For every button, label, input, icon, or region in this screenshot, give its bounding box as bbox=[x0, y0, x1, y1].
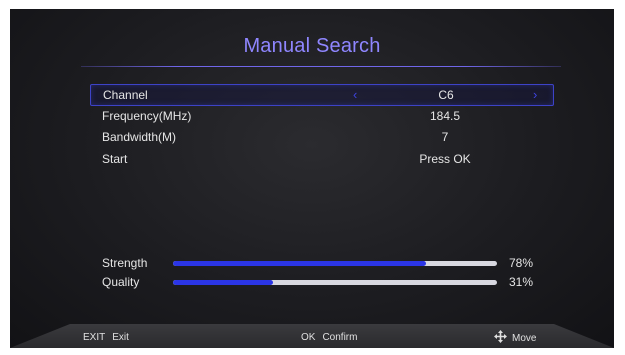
channel-label: Channel bbox=[103, 88, 148, 102]
exit-label: Exit bbox=[112, 332, 129, 343]
bandwidth-row[interactable]: Bandwidth(M) 7 bbox=[90, 127, 552, 147]
confirm-label: Confirm bbox=[322, 332, 358, 343]
bandwidth-label: Bandwidth(M) bbox=[102, 130, 177, 144]
tv-screen: Manual Search Channel ‹ C6 › Frequency(M… bbox=[10, 9, 614, 348]
start-value: Press OK bbox=[419, 152, 471, 166]
frequency-label: Frequency(MHz) bbox=[102, 109, 192, 123]
frequency-value: 184.5 bbox=[429, 109, 461, 123]
bandwidth-value: 7 bbox=[441, 130, 449, 144]
frequency-row[interactable]: Frequency(MHz) 184.5 bbox=[90, 106, 552, 126]
start-label: Start bbox=[102, 152, 128, 166]
strength-label: Strength bbox=[102, 256, 148, 270]
channel-row[interactable]: Channel ‹ C6 › bbox=[90, 84, 554, 106]
chevron-left-icon[interactable]: ‹ bbox=[353, 87, 357, 102]
exit-key: EXIT bbox=[83, 332, 106, 343]
channel-value: C6 bbox=[438, 88, 454, 102]
strength-percent: 78% bbox=[509, 256, 534, 270]
ok-hint[interactable]: OK Confirm bbox=[301, 332, 357, 343]
quality-bar-fill bbox=[173, 280, 274, 285]
quality-label: Quality bbox=[102, 275, 140, 289]
footer-hint-bar: EXIT Exit OK Confirm Move bbox=[10, 324, 614, 348]
quality-bar bbox=[173, 280, 497, 285]
title-divider bbox=[81, 66, 561, 67]
move-icon bbox=[494, 330, 507, 343]
move-hint[interactable]: Move bbox=[494, 330, 536, 344]
start-row[interactable]: Start Press OK bbox=[90, 149, 552, 169]
chevron-right-icon[interactable]: › bbox=[533, 87, 537, 102]
ok-key: OK bbox=[301, 332, 316, 343]
exit-hint[interactable]: EXIT Exit bbox=[83, 332, 129, 343]
strength-bar-fill bbox=[173, 261, 426, 266]
page-title: Manual Search bbox=[243, 35, 381, 57]
strength-bar bbox=[173, 261, 497, 266]
move-label: Move bbox=[512, 333, 537, 344]
quality-percent: 31% bbox=[509, 275, 534, 289]
